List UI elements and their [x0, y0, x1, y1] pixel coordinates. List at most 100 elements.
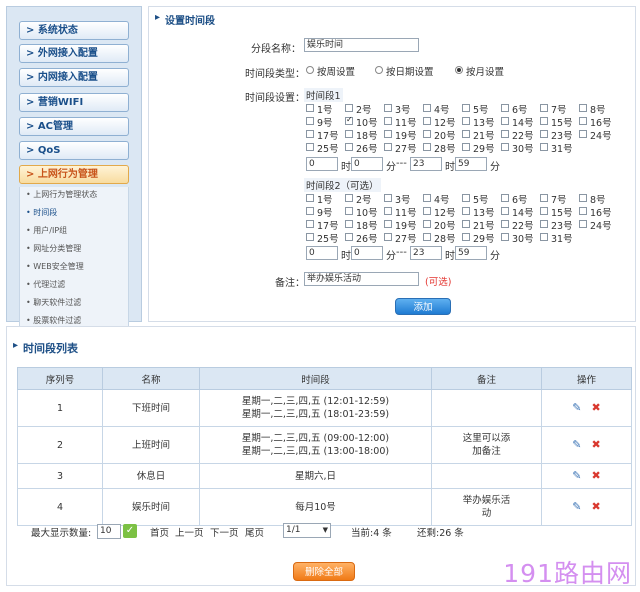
submenu-time-period[interactable]: • 时间段	[26, 207, 57, 218]
g2-day-checkbox[interactable]	[345, 220, 353, 228]
submenu-chat-filter[interactable]: • 聊天软件过滤	[26, 297, 81, 308]
type-radio-week[interactable]	[306, 66, 314, 74]
edit-icon[interactable]: ✎	[572, 438, 581, 451]
last-page-link[interactable]: 尾页	[245, 525, 264, 539]
g2-day-checkbox[interactable]	[501, 220, 509, 228]
g2-start-hour[interactable]: 0	[306, 246, 338, 260]
add-button[interactable]: 添加	[395, 298, 451, 315]
delete-all-button[interactable]: 删除全部	[293, 562, 355, 581]
menu-ac-management[interactable]: > AC管理	[19, 117, 129, 136]
g1-start-hour[interactable]: 0	[306, 157, 338, 171]
g1-day-checkbox[interactable]	[540, 104, 548, 112]
menu-marketing-wifi[interactable]: > 营销WIFI	[19, 93, 129, 112]
menu-system-status[interactable]: > 系统状态	[19, 21, 129, 40]
g1-day-checkbox[interactable]	[501, 130, 509, 138]
g2-day-checkbox[interactable]	[540, 194, 548, 202]
g1-day-checkbox[interactable]	[462, 117, 470, 125]
page-select[interactable]: 1/1 ▼	[283, 523, 331, 538]
name-input[interactable]: 娱乐时间	[304, 38, 419, 52]
submenu-stock-filter[interactable]: • 股票软件过滤	[26, 315, 81, 326]
g1-day-checkbox[interactable]	[423, 104, 431, 112]
g2-day-checkbox[interactable]	[345, 207, 353, 215]
submenu-web-security[interactable]: • WEB安全管理	[26, 261, 84, 272]
g1-day-checkbox[interactable]	[306, 130, 314, 138]
g1-end-minute[interactable]: 59	[455, 157, 487, 171]
delete-icon[interactable]: ✖	[592, 401, 601, 414]
g2-day-checkbox[interactable]	[579, 220, 587, 228]
type-radio-date[interactable]	[375, 66, 383, 74]
g1-day-checkbox[interactable]	[579, 130, 587, 138]
menu-behavior-management[interactable]: > 上网行为管理	[19, 165, 129, 184]
delete-icon[interactable]: ✖	[592, 500, 601, 513]
g1-day-checkbox[interactable]	[345, 115, 353, 125]
confirm-check-icon[interactable]: ✓	[123, 524, 137, 538]
g2-day-checkbox[interactable]	[423, 220, 431, 228]
g2-day-checkbox[interactable]	[540, 220, 548, 228]
note-input[interactable]: 举办娱乐活动	[304, 272, 419, 286]
g2-day-checkbox[interactable]	[579, 207, 587, 215]
g2-day-checkbox[interactable]	[540, 207, 548, 215]
g2-day-checkbox[interactable]	[462, 194, 470, 202]
g2-day-checkbox[interactable]	[462, 207, 470, 215]
g2-day-checkbox[interactable]	[384, 233, 392, 241]
submenu-user-ip-group[interactable]: • 用户/IP组	[26, 225, 67, 236]
g2-day-checkbox[interactable]	[423, 194, 431, 202]
g2-end-minute[interactable]: 59	[455, 246, 487, 260]
g1-day-checkbox[interactable]	[306, 143, 314, 151]
g2-day-checkbox[interactable]	[501, 207, 509, 215]
g2-day-checkbox[interactable]	[345, 194, 353, 202]
g2-day-checkbox[interactable]	[423, 207, 431, 215]
g2-day-checkbox[interactable]	[345, 233, 353, 241]
g1-day-checkbox[interactable]	[501, 104, 509, 112]
g1-day-checkbox[interactable]	[384, 104, 392, 112]
g2-day-checkbox[interactable]	[462, 233, 470, 241]
g1-day-checkbox[interactable]	[306, 117, 314, 125]
g2-day-checkbox[interactable]	[306, 233, 314, 241]
submenu-url-category[interactable]: • 网址分类管理	[26, 243, 81, 254]
g1-day-checkbox[interactable]	[384, 143, 392, 151]
g1-day-checkbox[interactable]	[579, 117, 587, 125]
g1-day-checkbox[interactable]	[540, 117, 548, 125]
g1-day-checkbox[interactable]	[462, 104, 470, 112]
g1-day-checkbox[interactable]	[345, 104, 353, 112]
g2-day-checkbox[interactable]	[384, 220, 392, 228]
submenu-proxy-filter[interactable]: • 代理过滤	[26, 279, 65, 290]
g1-day-checkbox[interactable]	[540, 143, 548, 151]
g2-day-checkbox[interactable]	[501, 194, 509, 202]
g1-day-checkbox[interactable]	[423, 130, 431, 138]
g2-start-minute[interactable]: 0	[351, 246, 383, 260]
delete-icon[interactable]: ✖	[592, 469, 601, 482]
g1-day-checkbox[interactable]	[501, 117, 509, 125]
g2-day-checkbox[interactable]	[306, 207, 314, 215]
menu-lan-config[interactable]: > 内网接入配置	[19, 68, 129, 87]
g2-day-checkbox[interactable]	[384, 207, 392, 215]
type-radio-month[interactable]	[455, 66, 463, 74]
menu-wan-config[interactable]: > 外网接入配置	[19, 44, 129, 63]
max-display-input[interactable]: 10	[97, 524, 121, 539]
g1-day-checkbox[interactable]	[501, 143, 509, 151]
g1-start-minute[interactable]: 0	[351, 157, 383, 171]
edit-icon[interactable]: ✎	[572, 401, 581, 414]
g2-day-checkbox[interactable]	[423, 233, 431, 241]
g1-day-checkbox[interactable]	[423, 143, 431, 151]
edit-icon[interactable]: ✎	[572, 500, 581, 513]
g2-day-checkbox[interactable]	[579, 194, 587, 202]
g2-day-checkbox[interactable]	[462, 220, 470, 228]
first-page-link[interactable]: 首页	[150, 525, 169, 539]
g1-day-checkbox[interactable]	[423, 117, 431, 125]
g1-day-checkbox[interactable]	[306, 104, 314, 112]
g1-day-checkbox[interactable]	[384, 130, 392, 138]
g1-day-checkbox[interactable]	[462, 143, 470, 151]
g1-day-checkbox[interactable]	[579, 104, 587, 112]
delete-icon[interactable]: ✖	[592, 438, 601, 451]
g1-day-checkbox[interactable]	[384, 117, 392, 125]
g2-day-checkbox[interactable]	[540, 233, 548, 241]
g2-day-checkbox[interactable]	[501, 233, 509, 241]
g2-day-checkbox[interactable]	[306, 194, 314, 202]
g2-day-checkbox[interactable]	[306, 220, 314, 228]
g2-end-hour[interactable]: 23	[410, 246, 442, 260]
g1-day-checkbox[interactable]	[345, 143, 353, 151]
g1-day-checkbox[interactable]	[345, 130, 353, 138]
g1-day-checkbox[interactable]	[540, 130, 548, 138]
submenu-behavior-status[interactable]: • 上网行为管理状态	[26, 189, 97, 200]
